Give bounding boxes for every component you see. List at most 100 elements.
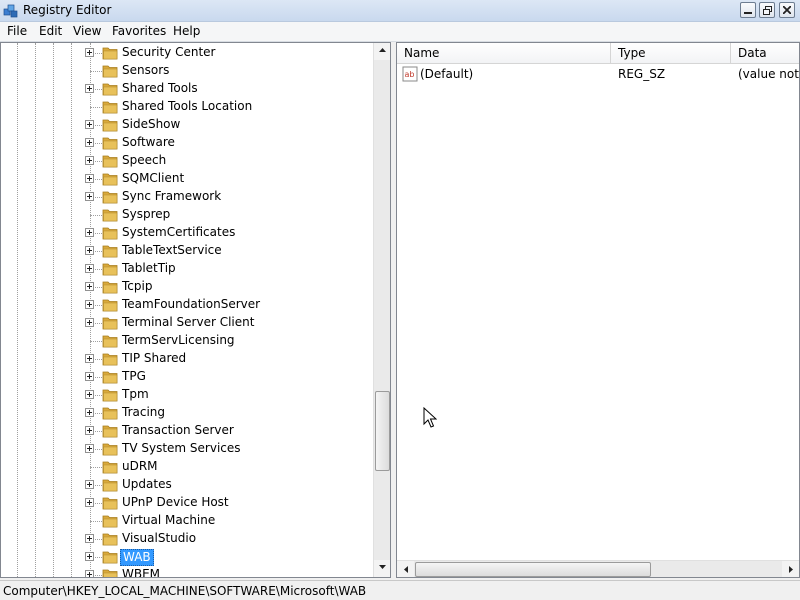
menu-favorites[interactable]: Favorites <box>110 24 168 38</box>
expand-plus-icon[interactable] <box>85 426 94 435</box>
tree-item[interactable]: TPG <box>1 368 373 386</box>
expand-plus-icon[interactable] <box>85 444 94 453</box>
menu-edit[interactable]: Edit <box>37 24 64 38</box>
tree-item-label: UPnP Device Host <box>122 495 229 509</box>
tree-item[interactable]: Terminal Server Client <box>1 314 373 332</box>
tree-item-label: TableTextService <box>122 243 222 257</box>
expand-plus-icon[interactable] <box>85 354 94 363</box>
tree-item[interactable]: Sysprep <box>1 206 373 224</box>
folder-icon <box>102 299 118 312</box>
tree-item[interactable]: TabletTip <box>1 260 373 278</box>
tree-item[interactable]: SideShow <box>1 116 373 134</box>
tree-item-label: TIP Shared <box>122 351 187 365</box>
tree-item[interactable]: Updates <box>1 476 373 494</box>
tree-item-label: Sync Framework <box>122 189 222 203</box>
tree-item[interactable]: Tcpip <box>1 278 373 296</box>
tree-item[interactable]: Shared Tools <box>1 80 373 98</box>
tree-item[interactable]: WBEM <box>1 566 373 577</box>
expand-plus-icon[interactable] <box>85 480 94 489</box>
column-header-name[interactable]: Name <box>397 43 611 64</box>
tree-vertical-scrollbar[interactable] <box>373 43 390 577</box>
tree-item[interactable]: uDRM <box>1 458 373 476</box>
folder-icon <box>102 101 118 114</box>
tree-item[interactable]: TV System Services <box>1 440 373 458</box>
tree-item[interactable]: Security Center <box>1 44 373 62</box>
tree-item[interactable]: UPnP Device Host <box>1 494 373 512</box>
expand-plus-icon[interactable] <box>85 372 94 381</box>
scroll-down-button[interactable] <box>374 560 390 577</box>
scroll-right-button[interactable] <box>782 561 799 577</box>
value-row[interactable]: ab (Default) REG_SZ (value not set) <box>397 65 799 83</box>
expand-plus-icon[interactable] <box>85 264 94 273</box>
minimize-button[interactable] <box>740 2 756 18</box>
menu-view[interactable]: View <box>71 24 103 38</box>
list-horizontal-scrollbar[interactable] <box>397 560 799 577</box>
menu-file[interactable]: File <box>5 24 29 38</box>
close-button[interactable] <box>779 2 795 18</box>
tree-item[interactable]: Shared Tools Location <box>1 98 373 116</box>
close-icon <box>783 6 791 14</box>
tree-item[interactable]: TableTextService <box>1 242 373 260</box>
tree-item[interactable]: Transaction Server <box>1 422 373 440</box>
tree-item[interactable]: SystemCertificates <box>1 224 373 242</box>
tree-item[interactable]: VisualStudio <box>1 530 373 548</box>
folder-icon <box>102 47 118 60</box>
tree-item[interactable]: Sensors <box>1 62 373 80</box>
tree-item-label: Speech <box>122 153 167 167</box>
tree-item[interactable]: TIP Shared <box>1 350 373 368</box>
tree-scroll-thumb[interactable] <box>375 391 390 471</box>
registry-tree[interactable]: Security Center Sensors Shared Tools Shared… <box>0 42 391 578</box>
expand-plus-icon[interactable] <box>85 228 94 237</box>
tree-item[interactable]: Tracing <box>1 404 373 422</box>
column-header-type[interactable]: Type <box>611 43 731 64</box>
tree-item-label: Shared Tools Location <box>122 99 253 113</box>
tree-item[interactable]: Speech <box>1 152 373 170</box>
values-list[interactable]: Name Type Data ab (Default) REG_SZ (valu… <box>396 42 800 578</box>
tree-item[interactable]: Sync Framework <box>1 188 373 206</box>
tree-item[interactable]: Virtual Machine <box>1 512 373 530</box>
tree-item[interactable]: Tpm <box>1 386 373 404</box>
tree-item-label: TermServLicensing <box>122 333 235 347</box>
menu-help[interactable]: Help <box>171 24 202 38</box>
expand-plus-icon[interactable] <box>85 282 94 291</box>
scroll-up-button[interactable] <box>374 43 390 60</box>
expand-plus-icon[interactable] <box>85 498 94 507</box>
svg-text:ab: ab <box>405 70 415 79</box>
value-name: (Default) <box>420 67 474 81</box>
expand-plus-icon[interactable] <box>85 120 94 129</box>
expand-plus-icon[interactable] <box>85 84 94 93</box>
expand-plus-icon[interactable] <box>85 408 94 417</box>
expand-plus-icon[interactable] <box>85 174 94 183</box>
tree-item[interactable]: WAB <box>1 548 373 566</box>
list-scroll-thumb[interactable] <box>415 562 651 577</box>
expand-plus-icon[interactable] <box>85 300 94 309</box>
window-title: Registry Editor <box>23 3 112 17</box>
menu-bar: File Edit View Favorites Help <box>0 22 800 42</box>
column-header-data[interactable]: Data <box>731 43 799 64</box>
tree-item[interactable]: TermServLicensing <box>1 332 373 350</box>
expand-plus-icon[interactable] <box>85 246 94 255</box>
scroll-left-button[interactable] <box>397 561 414 577</box>
tree-item[interactable]: Software <box>1 134 373 152</box>
tree-item[interactable]: TeamFoundationServer <box>1 296 373 314</box>
expand-plus-icon[interactable] <box>85 318 94 327</box>
expand-plus-icon[interactable] <box>85 192 94 201</box>
expand-plus-icon[interactable] <box>85 138 94 147</box>
folder-icon <box>102 407 118 420</box>
expand-plus-icon[interactable] <box>85 552 94 561</box>
folder-icon <box>102 389 118 402</box>
expand-plus-icon[interactable] <box>85 48 94 57</box>
tree-item-label: TPG <box>122 369 146 383</box>
expand-plus-icon[interactable] <box>85 390 94 399</box>
restore-button[interactable] <box>759 2 775 18</box>
tree-item[interactable]: SQMClient <box>1 170 373 188</box>
tree-item-label: Tracing <box>122 405 166 419</box>
title-bar[interactable]: Registry Editor <box>0 0 800 22</box>
folder-icon <box>102 425 118 438</box>
folder-icon <box>102 119 118 132</box>
tree-item-label: Tpm <box>122 387 149 401</box>
expand-plus-icon[interactable] <box>85 570 94 577</box>
expand-plus-icon[interactable] <box>85 534 94 543</box>
expand-plus-icon[interactable] <box>85 156 94 165</box>
arrow-left-icon <box>403 566 408 573</box>
